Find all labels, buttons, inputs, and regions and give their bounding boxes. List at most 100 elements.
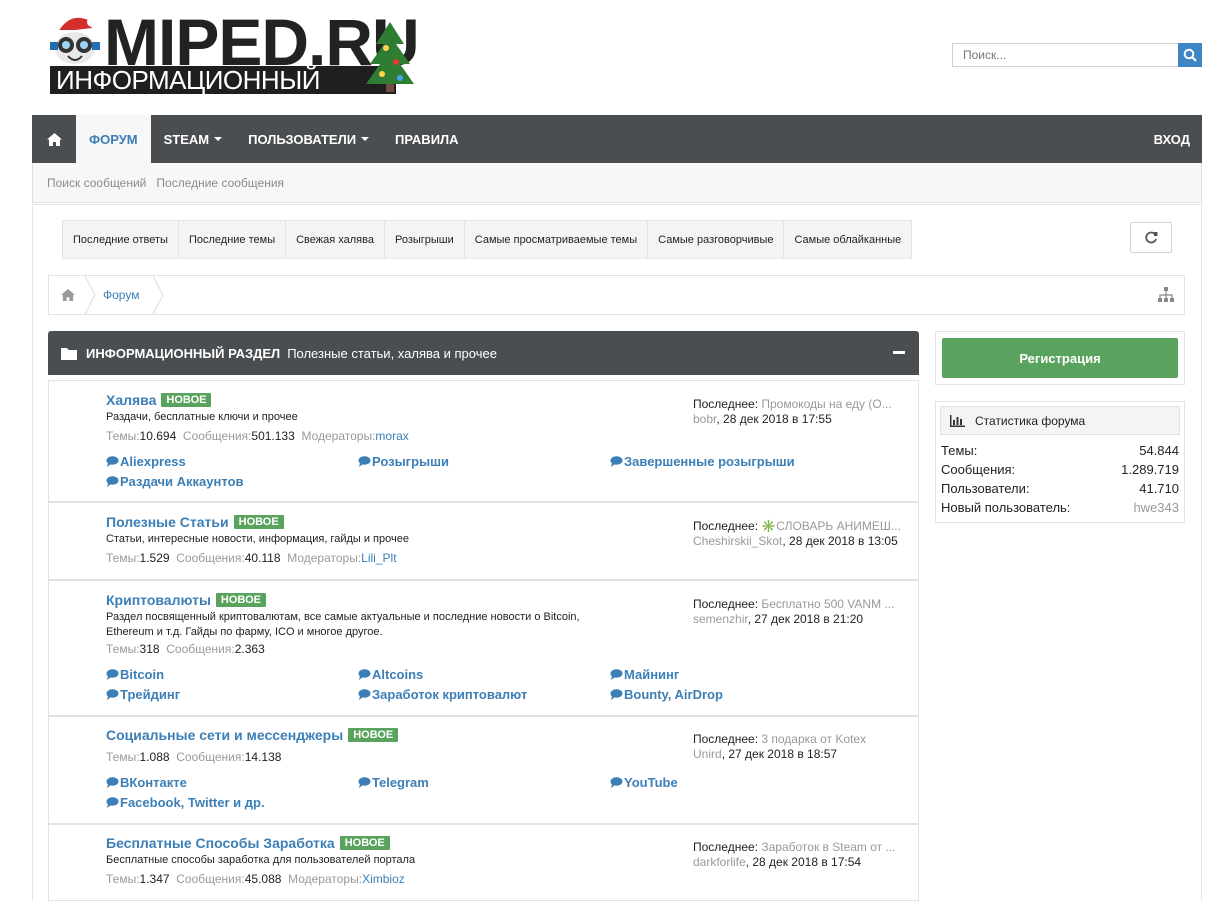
subforum-label: Telegram [372, 775, 429, 790]
subforum-link[interactable]: YouTube [610, 775, 678, 790]
tab-fresh-freebies[interactable]: Свежая халява [286, 220, 385, 259]
tab-latest-replies[interactable]: Последние ответы [63, 220, 179, 259]
sitemap-icon[interactable] [1158, 287, 1174, 302]
breadcrumb-home[interactable] [49, 276, 87, 314]
subforum-link[interactable]: Aliexpress [106, 454, 186, 469]
collapse-icon[interactable] [893, 351, 905, 354]
last-post-user[interactable]: bobr [693, 412, 716, 426]
chat-icon [106, 689, 119, 700]
last-post-title[interactable]: 3 подарка от Kotex [761, 732, 866, 746]
last-label: Последнее: [693, 597, 762, 611]
nav-steam[interactable]: Steam [151, 115, 236, 163]
chat-icon [358, 669, 371, 680]
search-input[interactable] [952, 43, 1178, 67]
forum-node: Полезные Статьи НОВОЕ Статьи, интересные … [48, 502, 919, 580]
subforum-link[interactable]: Bounty, AirDrop [610, 687, 723, 702]
nav-home-button[interactable] [32, 115, 76, 163]
last-post-title[interactable]: Заработок в Steam от ... [761, 840, 895, 854]
site-logo[interactable]: MIPED.RU ИНФОРМАЦИОННЫЙ ПОРТАЛ [48, 5, 420, 122]
forum-title[interactable]: Бесплатные Способы Заработка НОВОЕ [106, 835, 390, 851]
subforum-link[interactable]: Розыгрыши [358, 454, 449, 469]
moderator-link[interactable]: Lili_Plt [361, 551, 396, 565]
subforum-link[interactable]: Завершенные розыгрыши [610, 454, 795, 469]
last-post-user[interactable]: Cheshirskii_Skot [693, 534, 782, 548]
forum-node: Криптовалюты НОВОЕ Раздел посвященный кри… [48, 580, 919, 716]
stat-row: Новый пользователь: hwe343 [941, 500, 1179, 515]
last-post-title[interactable]: ✳️СЛОВАРЬ АНИМЕШ... [761, 519, 901, 533]
category-header: ИНФОРМАЦИОННЫЙ РАЗДЕЛ Полезные статьи, х… [48, 331, 919, 375]
search-button[interactable] [1178, 43, 1202, 67]
category-title[interactable]: ИНФОРМАЦИОННЫЙ РАЗДЕЛ [86, 346, 280, 361]
subforum-link[interactable]: Facebook, Twitter и др. [106, 795, 265, 810]
subforum-label: Facebook, Twitter и др. [120, 795, 265, 810]
forum-title-text: Халява [106, 392, 157, 408]
last-post-meta: bobr, 28 дек 2018 в 17:55 [693, 412, 832, 426]
breadcrumb-separator [85, 276, 96, 314]
last-label: Последнее: [693, 840, 762, 854]
chat-icon [610, 456, 623, 467]
tab-most-liked[interactable]: Самые облайканные [784, 220, 913, 259]
moderator-link[interactable]: Ximbioz [362, 872, 405, 886]
subnav-search-posts[interactable]: Поиск сообщений [47, 176, 146, 190]
nav-forum[interactable]: Форум [76, 115, 151, 163]
moderator-link[interactable]: morax [375, 429, 408, 443]
threads-label: Темы: [106, 750, 140, 764]
login-link[interactable]: Вход [1154, 132, 1202, 147]
stat-value: 1.289.719 [1121, 462, 1179, 477]
forum-title[interactable]: Халява НОВОЕ [106, 392, 212, 408]
last-post-title[interactable]: Промокоды на еду (О... [761, 397, 891, 411]
chat-icon [610, 669, 623, 680]
tab-most-viewed[interactable]: Самые просматриваемые темы [464, 220, 649, 259]
posts-count: 14.138 [244, 750, 282, 764]
home-icon [46, 132, 62, 146]
subforum-label: Bounty, AirDrop [624, 687, 723, 702]
folder-icon [61, 347, 77, 360]
breadcrumb-forum[interactable]: Форум [103, 276, 139, 314]
last-post-user[interactable]: semenzhir [693, 612, 748, 626]
forum-title[interactable]: Полезные Статьи НОВОЕ [106, 514, 284, 530]
last-post: Последнее: ✳️СЛОВАРЬ АНИМЕШ... [693, 519, 903, 533]
forum-stats: Темы:1.529 Сообщения:40.118 Модераторы:L… [106, 551, 397, 565]
subforum-link[interactable]: Майнинг [610, 667, 679, 682]
last-post-title[interactable]: Бесплатно 500 VANM ... [761, 597, 894, 611]
subforum-link[interactable]: ВКонтакте [106, 775, 187, 790]
subforum-label: Заработок криптовалют [372, 687, 528, 702]
new-badge: НОВОЕ [339, 836, 390, 850]
subforum-label: Майнинг [624, 667, 680, 682]
new-badge: НОВОЕ [215, 593, 266, 607]
tab-latest-threads[interactable]: Последние темы [178, 220, 287, 259]
threads-count: 1.347 [139, 872, 170, 886]
register-button[interactable]: Регистрация [942, 338, 1178, 378]
subforum-link[interactable]: Заработок криптовалют [358, 687, 527, 702]
tab-most-talkative[interactable]: Самые разговорчивые [648, 220, 785, 259]
breadcrumb: Форум [48, 275, 1185, 315]
posts-count: 40.118 [244, 551, 281, 565]
posts-label: Сообщения: [176, 551, 245, 565]
subforum-link[interactable]: Bitcoin [106, 667, 164, 682]
new-badge: НОВОЕ [348, 728, 399, 742]
christmas-tree-icon [366, 22, 414, 92]
nav-rules[interactable]: Правила [382, 115, 472, 163]
forum-title-text: Социальные сети и мессенджеры [106, 727, 344, 743]
tab-giveaways[interactable]: Розыгрыши [384, 220, 465, 259]
last-post-user[interactable]: darkforlife [693, 855, 746, 869]
forum-title[interactable]: Социальные сети и мессенджеры НОВОЕ [106, 727, 399, 743]
refresh-button[interactable] [1130, 222, 1172, 253]
nav-users[interactable]: Пользователи [235, 115, 382, 163]
subforum-link[interactable]: Altcoins [358, 667, 423, 682]
newest-user-link[interactable]: hwe343 [1133, 500, 1179, 515]
stat-label: Пользователи: [941, 481, 1030, 496]
subforum-link[interactable]: Telegram [358, 775, 429, 790]
search-box [952, 43, 1202, 67]
chat-icon [106, 476, 119, 487]
subnav-recent-posts[interactable]: Последние сообщения [156, 176, 284, 190]
chat-icon [358, 689, 371, 700]
subforum-link[interactable]: Трейдинг [106, 687, 180, 702]
subforum-link[interactable]: Раздачи Аккаунтов [106, 474, 244, 489]
subforum-label: Розыгрыши [372, 454, 449, 469]
last-post-user[interactable]: Unird [693, 747, 722, 761]
forum-title[interactable]: Криптовалюты НОВОЕ [106, 592, 266, 608]
moderators-label: Модераторы: [287, 551, 362, 565]
subforum-label: Aliexpress [120, 454, 186, 469]
last-post-date: , 28 дек 2018 в 13:05 [782, 534, 898, 548]
